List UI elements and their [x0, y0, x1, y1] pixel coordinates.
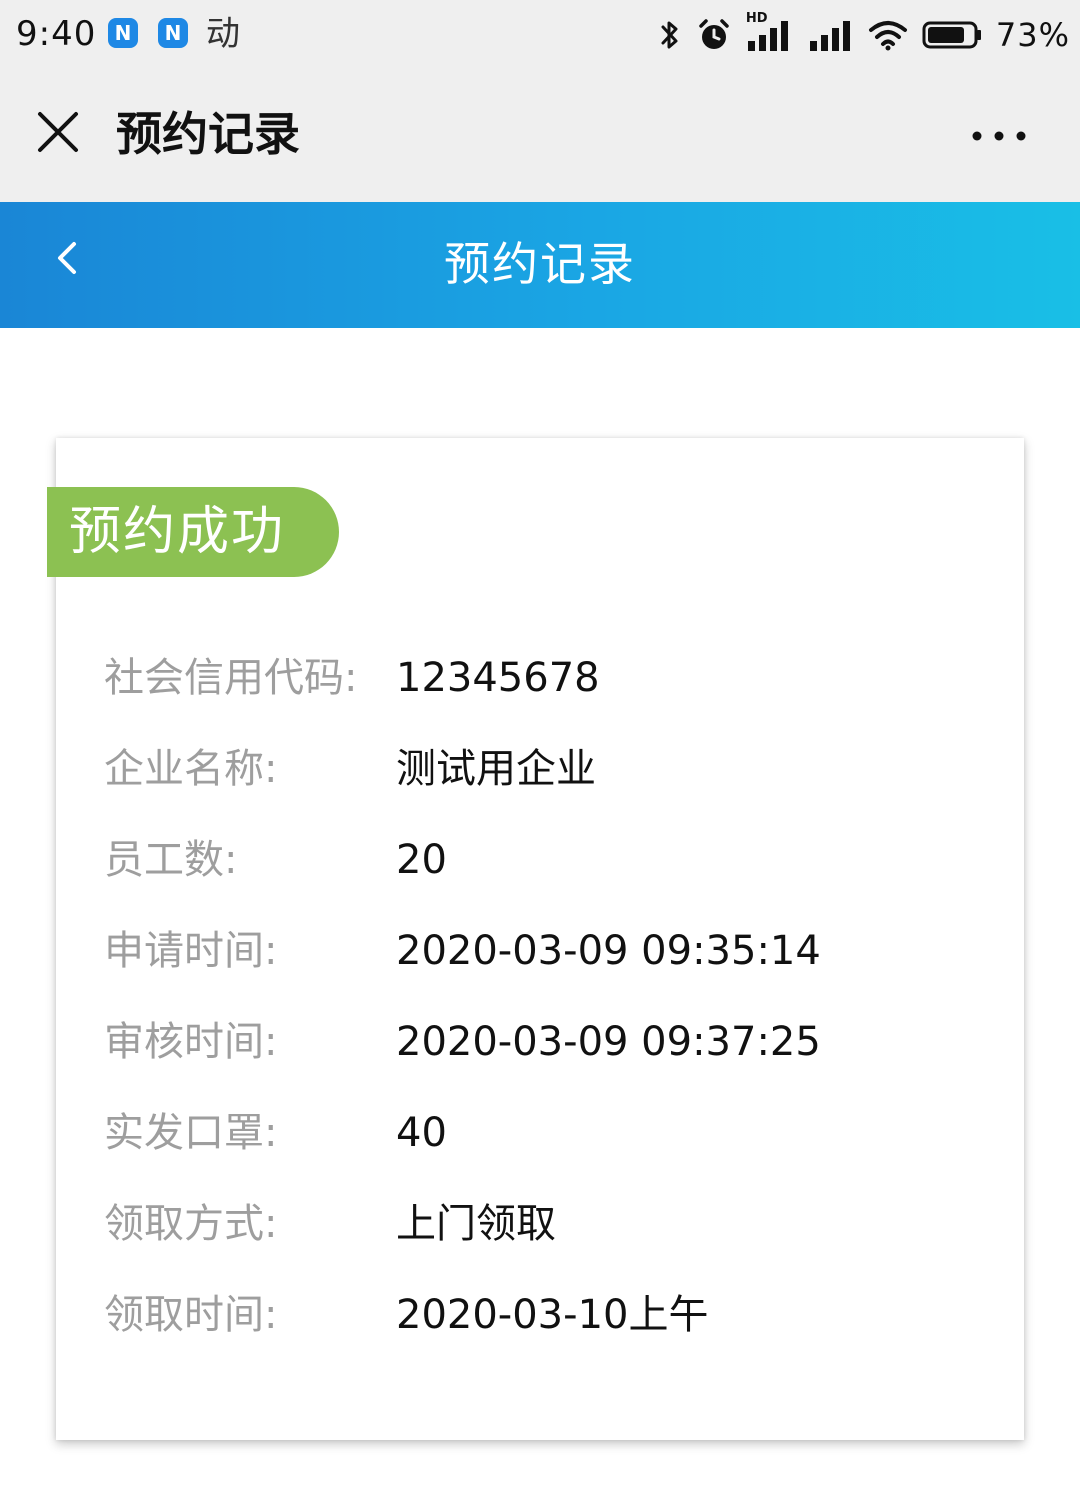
- info-label: 实发口罩:: [104, 1110, 278, 1156]
- status-badge: 预约成功: [47, 487, 339, 577]
- info-value: 2020-03-09 09:35:14: [396, 928, 821, 974]
- battery-icon: [922, 21, 981, 49]
- info-label: 员工数:: [104, 837, 238, 883]
- info-label: 企业名称:: [104, 746, 278, 792]
- close-icon: [38, 112, 78, 152]
- alarm-icon: [699, 19, 729, 49]
- notification-app-icon: N: [108, 18, 138, 48]
- info-label: 审核时间:: [104, 1019, 278, 1065]
- info-value: 2020-03-09 09:37:25: [396, 1019, 821, 1065]
- record-info-list: 社会信用代码: 12345678 企业名称: 测试用企业 员工数: 20 申请时…: [104, 648, 984, 1376]
- info-value: 20: [396, 837, 447, 883]
- info-row-masks-issued: 实发口罩: 40: [104, 1103, 984, 1194]
- app-header: 预约记录: [0, 72, 1080, 202]
- hd-signal-icon: HD: [746, 11, 794, 55]
- close-button[interactable]: [30, 104, 86, 160]
- app-title: 预约记录: [116, 107, 300, 161]
- signal-icon: [809, 21, 850, 51]
- notification-text-icon: 动: [206, 14, 240, 54]
- info-value: 测试用企业: [396, 746, 596, 792]
- notification-app-icon: N: [158, 18, 188, 48]
- info-label: 领取方式:: [104, 1201, 278, 1247]
- info-label: 社会信用代码:: [104, 655, 358, 701]
- battery-percent: 73%: [995, 16, 1070, 54]
- info-value: 2020-03-10上午: [396, 1292, 709, 1338]
- status-indicators: HD 73%: [658, 10, 1070, 60]
- info-value: 40: [396, 1110, 447, 1156]
- page-nav-bar: 预约记录: [0, 202, 1080, 328]
- info-row-review-time: 审核时间: 2020-03-09 09:37:25: [104, 1012, 984, 1103]
- info-value: 12345678: [396, 655, 600, 701]
- page-title: 预约记录: [444, 237, 636, 291]
- info-row-pickup-method: 领取方式: 上门领取: [104, 1194, 984, 1285]
- more-options-button[interactable]: [964, 112, 1034, 156]
- info-row-apply-time: 申请时间: 2020-03-09 09:35:14: [104, 921, 984, 1012]
- info-row-employee-count: 员工数: 20: [104, 830, 984, 921]
- more-dots-icon: [972, 131, 1026, 141]
- info-row-credit-code: 社会信用代码: 12345678: [104, 648, 984, 739]
- info-row-company-name: 企业名称: 测试用企业: [104, 739, 984, 830]
- info-label: 申请时间:: [104, 928, 278, 974]
- bluetooth-icon: [661, 21, 678, 49]
- info-row-pickup-time: 领取时间: 2020-03-10上午: [104, 1285, 984, 1376]
- reservation-record-card: 预约成功 社会信用代码: 12345678 企业名称: 测试用企业 员工数: 2…: [47, 438, 1024, 1440]
- info-value: 上门领取: [396, 1201, 556, 1247]
- info-label: 领取时间:: [104, 1292, 278, 1338]
- status-bar: 9:40 N N 动 HD 73%: [0, 0, 1080, 72]
- status-time: 9:40: [16, 14, 97, 54]
- wifi-icon: [868, 21, 907, 51]
